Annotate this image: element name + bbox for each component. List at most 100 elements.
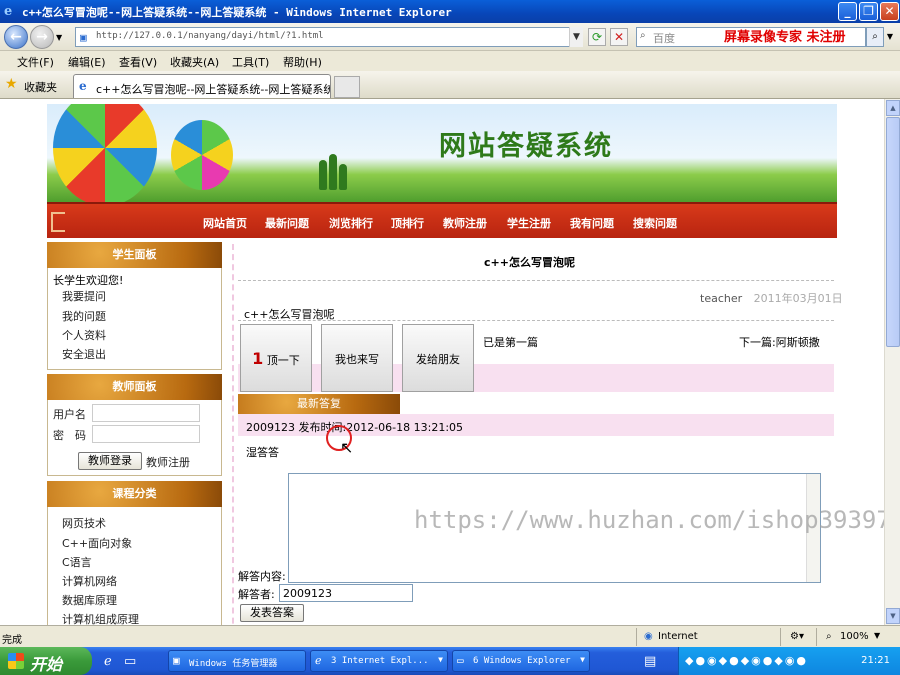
menu-favorites[interactable]: 收藏夹(A) [170,54,219,70]
task-internet-explorer[interactable]: ℯ 3 Internet Expl... ▼ [310,650,448,672]
submit-answer-button[interactable]: 发表答案 [240,604,304,622]
course-c[interactable]: C语言 [62,554,92,570]
nav-student-register[interactable]: 学生注册 [507,215,551,231]
history-dropdown-icon[interactable]: ▼ [56,33,62,42]
task-group-dropdown-icon: ▼ [438,655,443,664]
course-database[interactable]: 数据库原理 [62,592,117,608]
task-manager-icon: ▣ [173,654,180,667]
menu-bar: 文件(F) 编辑(E) 查看(V) 收藏夹(A) 工具(T) 帮助(H) [0,51,900,71]
menu-view[interactable]: 查看(V) [119,54,157,70]
start-button[interactable]: 开始 [0,647,92,675]
menu-file[interactable]: 文件(F) [17,54,54,70]
link-logout[interactable]: 安全退出 [62,346,106,362]
maximize-button[interactable]: ❐ [859,2,878,21]
zoom-level[interactable]: 100% [840,631,869,642]
replies-header: 最新答复 [238,394,400,414]
system-tray: ◆●◉◆●◆◉●◆◉● 21:21 [678,647,900,675]
nav-top-rank[interactable]: 顶排行 [391,215,424,231]
write-too-button[interactable]: 我也来写 [321,324,393,392]
link-ask[interactable]: 我要提问 [62,288,106,304]
menu-tools[interactable]: 工具(T) [232,54,269,70]
password-input[interactable] [92,425,200,443]
recorder-watermark: 屏幕录像专家 未注册 [724,30,846,45]
start-label: 开始 [30,655,63,674]
search-placeholder: 百度 [653,32,675,45]
nav-search[interactable]: 搜索问题 [633,215,677,231]
balloon-image-small [171,120,233,190]
back-button[interactable]: ← [4,25,28,49]
refresh-icon[interactable]: ⟳ [588,28,606,46]
menu-help[interactable]: 帮助(H) [283,54,322,70]
language-bar-icon[interactable]: ▤ [644,654,656,669]
scroll-down-icon[interactable]: ▼ [886,608,900,624]
status-bar: 完成 ◉ Internet ⚙▾ ⌕ 100% ▼ [0,625,900,647]
nav-browse-rank[interactable]: 浏览排行 [329,215,373,231]
balloon-image [53,104,157,202]
zone-label: Internet [658,631,698,642]
search-options-icon[interactable]: ▼ [884,27,896,47]
task-windows-explorer[interactable]: ▭ 6 Windows Explorer ▼ [452,650,590,672]
folder-quicklaunch-icon[interactable]: ▭ [124,654,136,669]
username-label: 用户名 [53,408,86,421]
minimize-button[interactable]: _ [838,2,857,21]
favorites-label[interactable]: 收藏夹 [24,79,57,95]
scroll-up-icon[interactable]: ▲ [886,100,900,116]
menu-edit[interactable]: 编辑(E) [68,54,106,70]
course-cpp-oop[interactable]: C++面向对象 [62,535,132,551]
replier-input[interactable]: 2009123 [279,584,413,602]
scroll-thumb[interactable] [886,117,900,347]
zoom-dropdown-icon[interactable]: ▼ [874,631,880,640]
status-text: 完成 [2,635,22,646]
reply-time: 2012-06-18 13:21:05 [346,421,464,434]
nav-ask-question[interactable]: 我有问题 [570,215,614,231]
nav-home[interactable]: 网站首页 [203,215,247,231]
username-input[interactable] [92,404,200,422]
folder-task-icon: ▭ [457,654,464,667]
window-title: c++怎么写冒泡呢--网上答疑系统--网上答疑系统 - Windows Inte… [22,6,452,19]
reply-user: 2009123 [246,421,295,434]
favorites-star-icon[interactable]: ★ [5,76,18,92]
status-separator [636,628,637,646]
page-viewport: 网站答疑系统 网站首页 最新问题 浏览排行 顶排行 教师注册 学生注册 我有问题… [0,99,884,625]
student-panel-header: 学生面板 [47,242,222,268]
url-watermark: https://www.huzhan.com/ishop39397 [414,506,891,534]
browser-tab[interactable]: e c++怎么写冒泡呢--网上答疑系统--网上答疑系统 [73,74,331,98]
course-web[interactable]: 网页技术 [62,515,106,531]
task-task-manager[interactable]: ▣ Windows 任务管理器 [168,650,306,672]
new-tab-button[interactable] [334,76,360,98]
divider [238,280,834,281]
tree-image [329,154,337,190]
ie-logo-icon: e [4,4,13,19]
protected-mode-icon[interactable]: ⚙▾ [790,631,804,642]
reply-text: 湿答答 [246,446,279,459]
next-post-link[interactable]: 下一篇:阿斯顿撒 [739,334,820,350]
site-title: 网站答疑系统 [439,131,613,162]
post-title: c++怎么写冒泡呢 [484,256,575,269]
address-input[interactable]: ▣ http://127.0.0.1/nanyang/dayi/html/?1.… [75,27,583,47]
upvote-count: 1 [252,349,264,368]
teacher-register-link[interactable]: 教师注册 [146,454,190,470]
nav-latest[interactable]: 最新问题 [265,215,309,231]
course-panel: 网页技术 C++面向对象 C语言 计算机网络 数据库原理 计算机组成原理 [47,507,222,625]
tree-image [339,164,347,190]
link-profile[interactable]: 个人资料 [62,327,106,343]
course-network[interactable]: 计算机网络 [62,573,117,589]
ie-quicklaunch-icon[interactable]: ℯ [104,654,112,669]
task-label: Windows 任务管理器 [189,659,278,669]
search-go-button[interactable]: ⌕ [866,27,884,47]
address-dropdown-icon[interactable]: ▼ [569,27,583,47]
share-button[interactable]: 发给朋友 [402,324,474,392]
course-organization[interactable]: 计算机组成原理 [62,611,139,625]
link-my-questions[interactable]: 我的问题 [62,308,106,324]
replier-label: 解答者: [238,588,275,601]
stop-icon[interactable]: ✕ [610,28,628,46]
page-scrollbar[interactable]: ▲ ▼ [884,99,900,625]
nav-teacher-register[interactable]: 教师注册 [443,215,487,231]
student-welcome: 长学生欢迎您! [53,274,124,287]
upvote-button[interactable]: 1 顶一下 [240,324,312,392]
forward-button[interactable]: → [30,25,54,49]
close-button[interactable]: ✕ [880,2,899,21]
tray-icons[interactable]: ◆●◉◆●◆◉●◆◉● [685,654,808,667]
windows-logo-icon [8,653,24,669]
teacher-login-button[interactable]: 教师登录 [78,452,142,470]
